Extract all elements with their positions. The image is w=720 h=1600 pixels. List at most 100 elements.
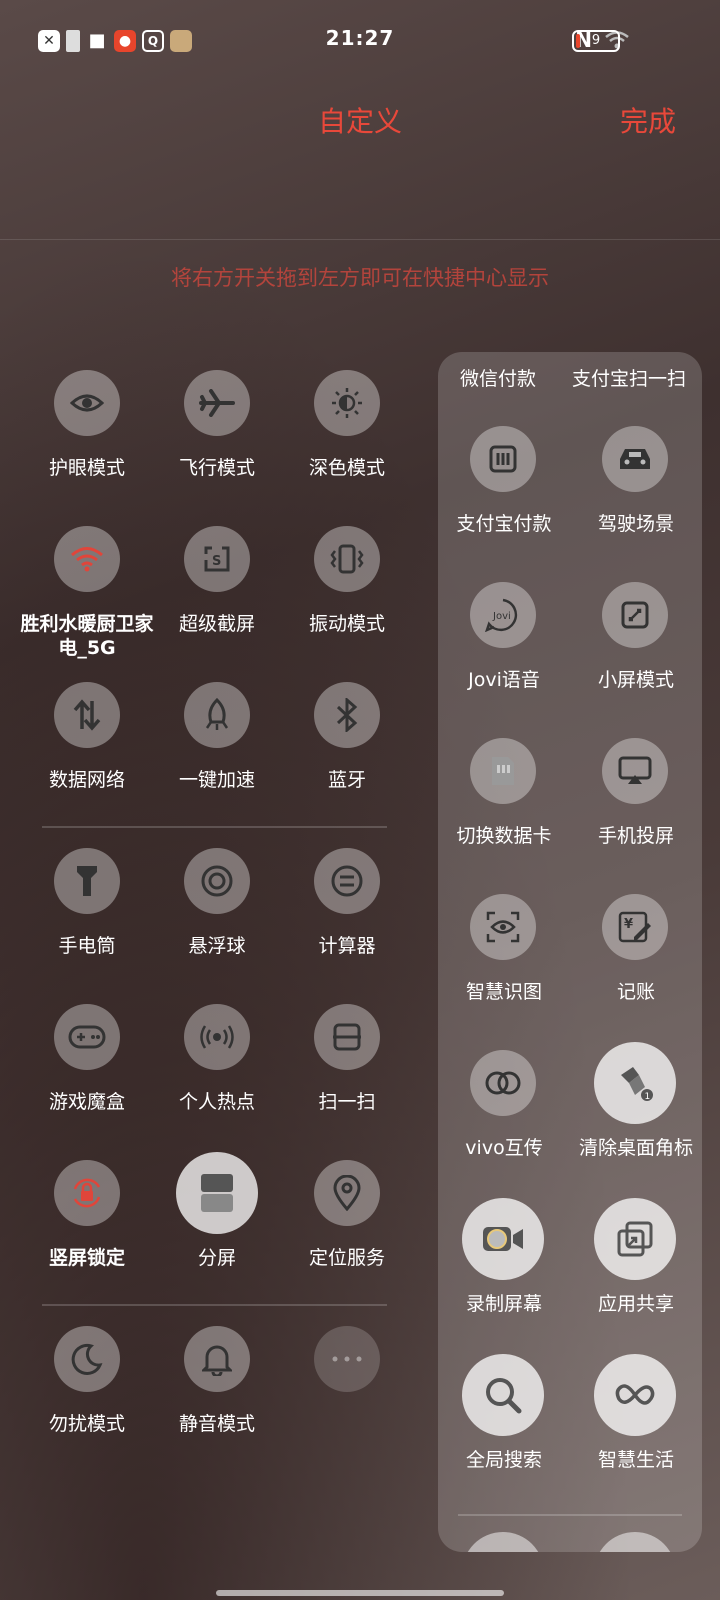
tile-label: 飞行模式 [178,457,255,479]
hotspot-icon [184,1004,250,1070]
tile-super-screenshot[interactable]: S 超级截屏 [152,516,282,656]
tile-label: 分屏 [197,1247,236,1269]
tile-vivo-share[interactable]: vivo互传 [438,1040,570,1180]
tile-smart-vision[interactable]: 智慧识图 [438,884,570,1024]
tile-speed-up[interactable]: 一键加速 [152,672,282,812]
small-screen-icon [602,582,668,648]
tile-dark-mode[interactable]: 深色模式 [282,360,412,500]
tile-rotation-lock[interactable]: 竖屏锁定 [22,1150,152,1290]
tile-label: 全局搜索 [465,1449,542,1471]
tile-screen-record[interactable]: 录制屏幕 [438,1196,570,1336]
moon-icon [54,1326,120,1392]
gamepad-icon [54,1004,120,1070]
tile-label: 悬浮球 [188,935,246,957]
tile-label: 静音模式 [178,1413,255,1435]
panel-divider [458,1514,682,1516]
tile-screen-cast[interactable]: 手机投屏 [570,728,702,868]
vivo-share-icon [470,1050,536,1116]
tile-split-screen[interactable]: 分屏 [152,1150,282,1290]
status-bar: ✕ ■ ● Q 21:27 N 9 [0,0,720,80]
drag-hint: 将右方开关拖到左方即可在快捷中心显示 [171,266,549,290]
tile-switch-sim[interactable]: 切换数据卡 [438,728,570,868]
tile-label: 游戏魔盒 [48,1091,125,1113]
calculator-icon [314,848,380,914]
tile-alipay-pay[interactable]: 支付宝付款 [438,416,570,556]
header: 自定义 完成 [0,80,720,240]
tile-label: 数据网络 [48,769,125,791]
tile-vibrate[interactable]: 振动模式 [282,516,412,656]
home-indicator[interactable] [216,1590,504,1596]
tile-empty-slot[interactable] [282,1316,412,1456]
tile-label: 智慧生活 [597,1449,674,1471]
data-network-icon [54,682,120,748]
tile-hotspot[interactable]: 个人热点 [152,994,282,1134]
cast-icon [602,738,668,804]
wifi-icon [54,526,120,592]
tile-data-network[interactable]: 数据网络 [22,672,152,812]
panel-top-row: 微信付款 支付宝扫一扫 [438,364,702,404]
screen-record-icon [462,1198,544,1280]
car-icon [602,426,668,492]
location-icon [314,1160,380,1226]
bookkeeping-icon: ¥ [602,894,668,960]
tile-flashlight[interactable]: 手电筒 [22,838,152,978]
section-divider [42,1304,387,1306]
floating-ball-icon [184,848,250,914]
tile-silent[interactable]: 静音模式 [152,1316,282,1456]
more-dots-icon [314,1326,380,1392]
tile-app-share[interactable]: 应用共享 [570,1196,702,1336]
tile-location[interactable]: 定位服务 [282,1150,412,1290]
tile-global-search[interactable]: 全局搜索 [438,1352,570,1492]
tile-wifi[interactable]: 胜利水暖厨卫家电_5G [20,516,154,659]
tile-jovi-voice[interactable]: Jovi Jovi语音 [438,572,570,712]
available-tiles-panel[interactable]: 微信付款 支付宝扫一扫 支付宝付款 驾驶场景 Jovi Jovi语音 小屏模式 … [438,352,702,1552]
flashlight-icon [54,848,120,914]
jovi-icon: Jovi [470,582,536,648]
tile-floating-ball[interactable]: 悬浮球 [152,838,282,978]
tile-scan[interactable]: 扫一扫 [282,994,412,1134]
tile-alipay-scan-label[interactable]: 支付宝扫一扫 [572,364,686,391]
svg-text:S: S [212,554,221,569]
tile-label: 胜利水暖厨卫家电_5G [20,613,154,659]
tile-label: 应用共享 [597,1293,674,1315]
screenshot-icon: S [184,526,250,592]
tile-airplane[interactable]: 飞行模式 [152,360,282,500]
done-button[interactable]: 完成 [620,100,676,140]
tile-small-screen[interactable]: 小屏模式 [570,572,702,712]
tile-label: 录制屏幕 [465,1293,542,1315]
eye-icon [54,370,120,436]
tile-game-box[interactable]: 游戏魔盒 [22,994,152,1134]
smart-life-icon [594,1354,676,1436]
tile-clear-badge[interactable]: 1 清除桌面角标 [570,1040,702,1180]
tile-label: 计算器 [318,935,376,957]
tile-eye-care[interactable]: 护眼模式 [22,360,152,500]
tile-label: 清除桌面角标 [578,1137,693,1159]
tile-label: 个人热点 [178,1091,255,1113]
partial-tile-circle[interactable] [594,1532,676,1552]
svg-text:¥: ¥ [624,917,633,932]
app-share-icon [594,1198,676,1280]
rocket-icon [184,682,250,748]
tile-calculator[interactable]: 计算器 [282,838,412,978]
partial-tile-circle[interactable] [462,1532,544,1552]
page-title: 自定义 [317,105,402,138]
split-screen-icon [176,1152,258,1234]
tile-label: 定位服务 [308,1247,385,1269]
svg-text:Jovi: Jovi [492,611,511,622]
tile-do-not-disturb[interactable]: 勿扰模式 [22,1316,152,1456]
tile-bookkeeping[interactable]: ¥ 记账 [570,884,702,1024]
tile-bluetooth[interactable]: 蓝牙 [282,672,412,812]
tile-label: 切换数据卡 [456,825,552,847]
tile-driving[interactable]: 驾驶场景 [570,416,702,556]
alipay-pay-icon [470,426,536,492]
tile-label: 竖屏锁定 [48,1247,125,1269]
section-divider [42,826,387,828]
tile-label: 振动模式 [308,613,385,635]
tile-label: 支付宝付款 [456,513,552,535]
airplane-icon [184,370,250,436]
tile-wechat-pay-label[interactable]: 微信付款 [460,364,536,391]
tile-label: 蓝牙 [327,769,366,791]
tile-label: 手机投屏 [597,825,674,847]
svg-text:1: 1 [645,1092,651,1102]
tile-smart-life[interactable]: 智慧生活 [570,1352,702,1492]
